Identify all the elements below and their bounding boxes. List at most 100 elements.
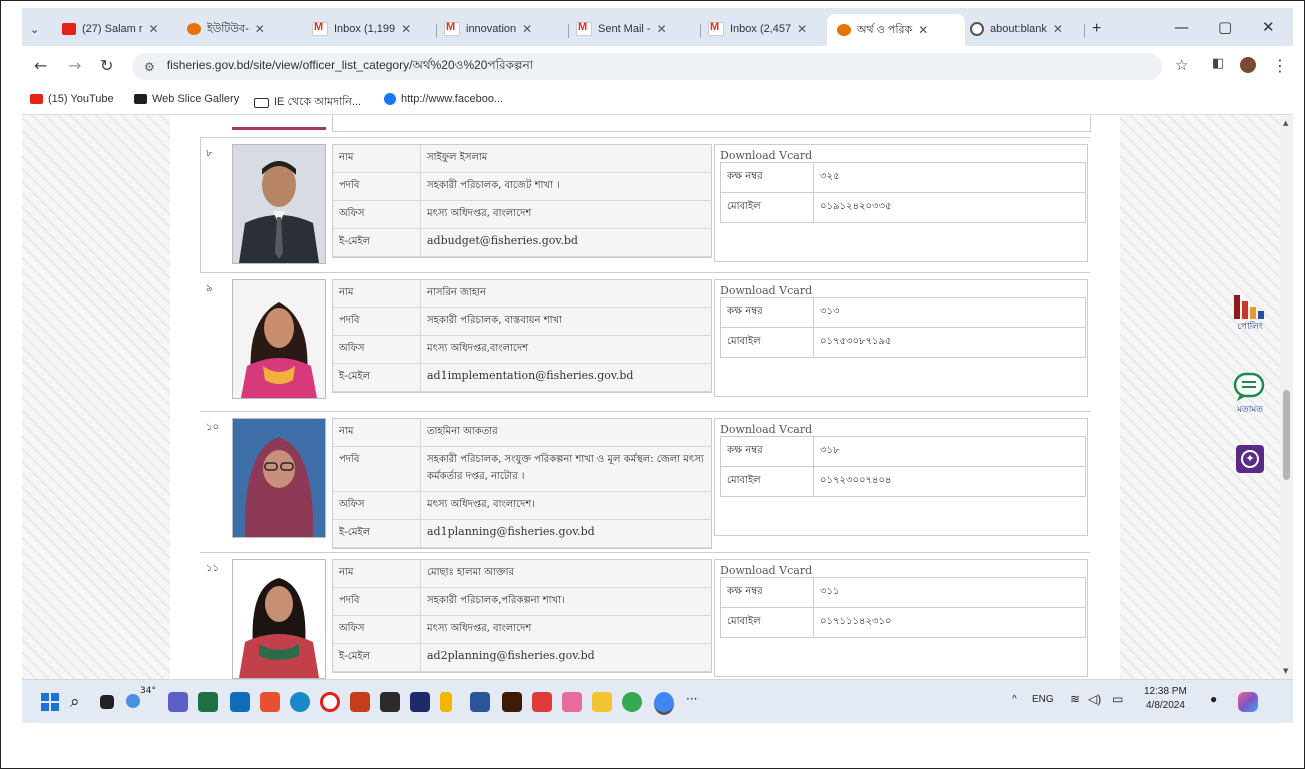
tab-youtube[interactable]: (27) Salam r ✕ xyxy=(62,16,172,42)
notification-bell-icon[interactable]: ● xyxy=(1210,692,1217,706)
sidepanel-icon[interactable]: ◧ xyxy=(1212,56,1224,71)
officer-photo xyxy=(232,144,326,264)
chrome-profile-icon[interactable] xyxy=(654,692,674,715)
tab-about-blank[interactable]: about:blank ✕ xyxy=(970,16,1082,42)
menu-dots-icon[interactable]: ⋮ xyxy=(1272,56,1288,75)
close-window-button[interactable]: ✕ xyxy=(1262,18,1275,36)
opera-icon[interactable] xyxy=(320,692,340,712)
illustrator-icon[interactable] xyxy=(502,692,522,712)
tab-innovation[interactable]: innovation ✕ xyxy=(444,16,556,42)
room-number: ৩১৮ xyxy=(813,436,1086,467)
tab-inbox-2[interactable]: Inbox (2,457 ✕ xyxy=(708,16,820,42)
reload-button[interactable]: ↻ xyxy=(100,56,113,75)
minimize-button[interactable]: — xyxy=(1174,18,1189,36)
scroll-down-arrow[interactable]: ▼ xyxy=(1283,667,1288,675)
start-button[interactable] xyxy=(40,692,60,712)
designation-label: পদবি xyxy=(333,172,421,201)
officer-entry: ৮ নামসাইফুল ইসলাম পদবিসহকারী পরিচালক, xyxy=(200,138,1090,273)
scroll-up-arrow[interactable]: ▲ xyxy=(1283,119,1288,127)
poll-widget[interactable]: পোলিং xyxy=(1232,293,1268,334)
bookmark-youtube[interactable]: (15) YouTube xyxy=(30,93,114,105)
chrome-icon[interactable] xyxy=(622,692,642,712)
officer-info-table: নাম নাসরিন জাহান পদবি সহকারী পরিচালক, বাস্… xyxy=(332,279,712,393)
powerpoint-icon[interactable] xyxy=(350,692,370,712)
feedback-widget[interactable]: মতামত xyxy=(1232,372,1268,417)
tab-list-button[interactable]: ⌄ xyxy=(30,16,50,42)
room-number: ৩১১ xyxy=(813,577,1086,608)
download-vcard-link[interactable]: Download Vcard xyxy=(715,280,1087,297)
accessibility-button[interactable]: ✦ xyxy=(1236,445,1264,473)
excel-icon[interactable] xyxy=(198,692,218,712)
youtube-icon xyxy=(30,94,43,104)
mail-icon[interactable] xyxy=(230,692,250,712)
previous-entry-bottom xyxy=(200,115,1091,138)
teams-icon[interactable] xyxy=(168,692,188,712)
close-tab-icon[interactable]: ✕ xyxy=(797,22,807,36)
tab-inbox-1[interactable]: Inbox (1,199 ✕ xyxy=(312,16,422,42)
bookmark-label: Web Slice Gallery xyxy=(152,93,240,105)
premiere-icon[interactable] xyxy=(410,692,430,712)
bookmark-web-slice[interactable]: Web Slice Gallery xyxy=(134,93,239,105)
volume-icon[interactable]: ◁) xyxy=(1088,692,1101,706)
download-vcard-link[interactable]: Download Vcard xyxy=(715,419,1087,436)
analytics-icon[interactable] xyxy=(440,692,452,712)
bookmark-star-icon[interactable]: ☆ xyxy=(1175,56,1188,74)
close-tab-icon[interactable]: ✕ xyxy=(255,22,265,36)
site-info-icon[interactable]: ⚙ xyxy=(144,60,155,74)
bookmark-folder-ie[interactable]: IE থেকে আমদানি... xyxy=(254,93,361,112)
forward-button[interactable]: → xyxy=(68,56,81,75)
close-tab-icon[interactable]: ✕ xyxy=(401,22,411,36)
sticky-notes-icon[interactable] xyxy=(380,692,400,712)
show-hidden-icons[interactable]: ^ xyxy=(1012,694,1017,705)
skype-icon[interactable] xyxy=(290,692,310,712)
bookmark-facebook[interactable]: http://www.faceboo... xyxy=(384,93,503,105)
mobile-number: ০১৭৫৩০৮৭১৯৫ xyxy=(813,327,1086,358)
tab-bangla-site[interactable]: ইউটিউব- ✕ xyxy=(187,16,297,42)
officer-email[interactable]: adbudget@fisheries.gov.bd xyxy=(420,228,711,257)
snipping-icon[interactable] xyxy=(562,692,582,712)
close-tab-icon[interactable]: ✕ xyxy=(1053,22,1063,36)
file-explorer-icon[interactable] xyxy=(592,692,612,712)
tab-active-finance-planning[interactable]: অর্থ ও পরিক ✕ xyxy=(827,14,965,46)
serial-number: ৯ xyxy=(206,283,213,294)
tab-sent-mail[interactable]: Sent Mail - ✕ xyxy=(576,16,688,42)
officer-email[interactable]: ad1implementation@fisheries.gov.bd xyxy=(420,363,711,392)
language-indicator[interactable]: ENG xyxy=(1032,694,1054,705)
close-tab-icon[interactable]: ✕ xyxy=(918,23,928,37)
battery-icon[interactable]: ▭ xyxy=(1112,692,1123,706)
officer-email[interactable]: ad2planning@fisheries.gov.bd xyxy=(420,643,711,672)
restore-button[interactable]: ▢ xyxy=(1218,18,1232,36)
more-apps-icon[interactable]: ··· xyxy=(686,692,706,712)
download-vcard-link[interactable]: Download Vcard xyxy=(715,560,1087,577)
officer-office: মৎস্য অধিদপ্তর, বাংলাদেশ। xyxy=(420,491,711,520)
close-tab-icon[interactable]: ✕ xyxy=(657,22,667,36)
scroll-thumb[interactable] xyxy=(1283,390,1290,480)
new-tab-button[interactable]: + xyxy=(1092,16,1112,42)
weather-widget[interactable]: 34° xyxy=(126,686,156,712)
gmail-icon xyxy=(312,21,328,36)
task-view-icon[interactable] xyxy=(100,695,114,709)
back-button[interactable]: ← xyxy=(34,56,47,75)
anydesk-icon[interactable] xyxy=(532,692,552,712)
email-label: ই-মেইল xyxy=(333,519,421,548)
word-icon[interactable] xyxy=(470,692,490,712)
officer-email[interactable]: ad1planning@fisheries.gov.bd xyxy=(420,519,711,548)
clock-time[interactable]: 12:38 PM xyxy=(1144,686,1187,697)
profile-avatar[interactable] xyxy=(1240,57,1256,73)
search-icon[interactable]: ⌕ xyxy=(70,692,90,712)
url-text: fisheries.gov.bd/site/view/officer_list_… xyxy=(166,57,534,72)
close-tab-icon[interactable]: ✕ xyxy=(522,22,532,36)
page-scrollbar[interactable]: ▲ ▼ xyxy=(1280,115,1293,679)
close-tab-icon[interactable]: ✕ xyxy=(149,22,159,36)
clock-date[interactable]: 4/8/2024 xyxy=(1146,700,1185,711)
previous-entry-box xyxy=(332,115,1091,132)
copilot-icon[interactable] xyxy=(1238,692,1258,712)
slides-icon[interactable] xyxy=(260,692,280,712)
designation-label: পদবি xyxy=(333,587,421,616)
officer-designation: সহকারী পরিচালক, বাজেট শাখা । xyxy=(420,172,711,201)
officer-name: তাহমিনা আকতার xyxy=(420,419,711,447)
wifi-icon[interactable]: ≋ xyxy=(1070,692,1080,706)
youtube-icon xyxy=(62,23,76,35)
address-bar[interactable]: ⚙ fisheries.gov.bd/site/view/officer_lis… xyxy=(132,53,1162,80)
download-vcard-link[interactable]: Download Vcard xyxy=(715,145,1087,162)
